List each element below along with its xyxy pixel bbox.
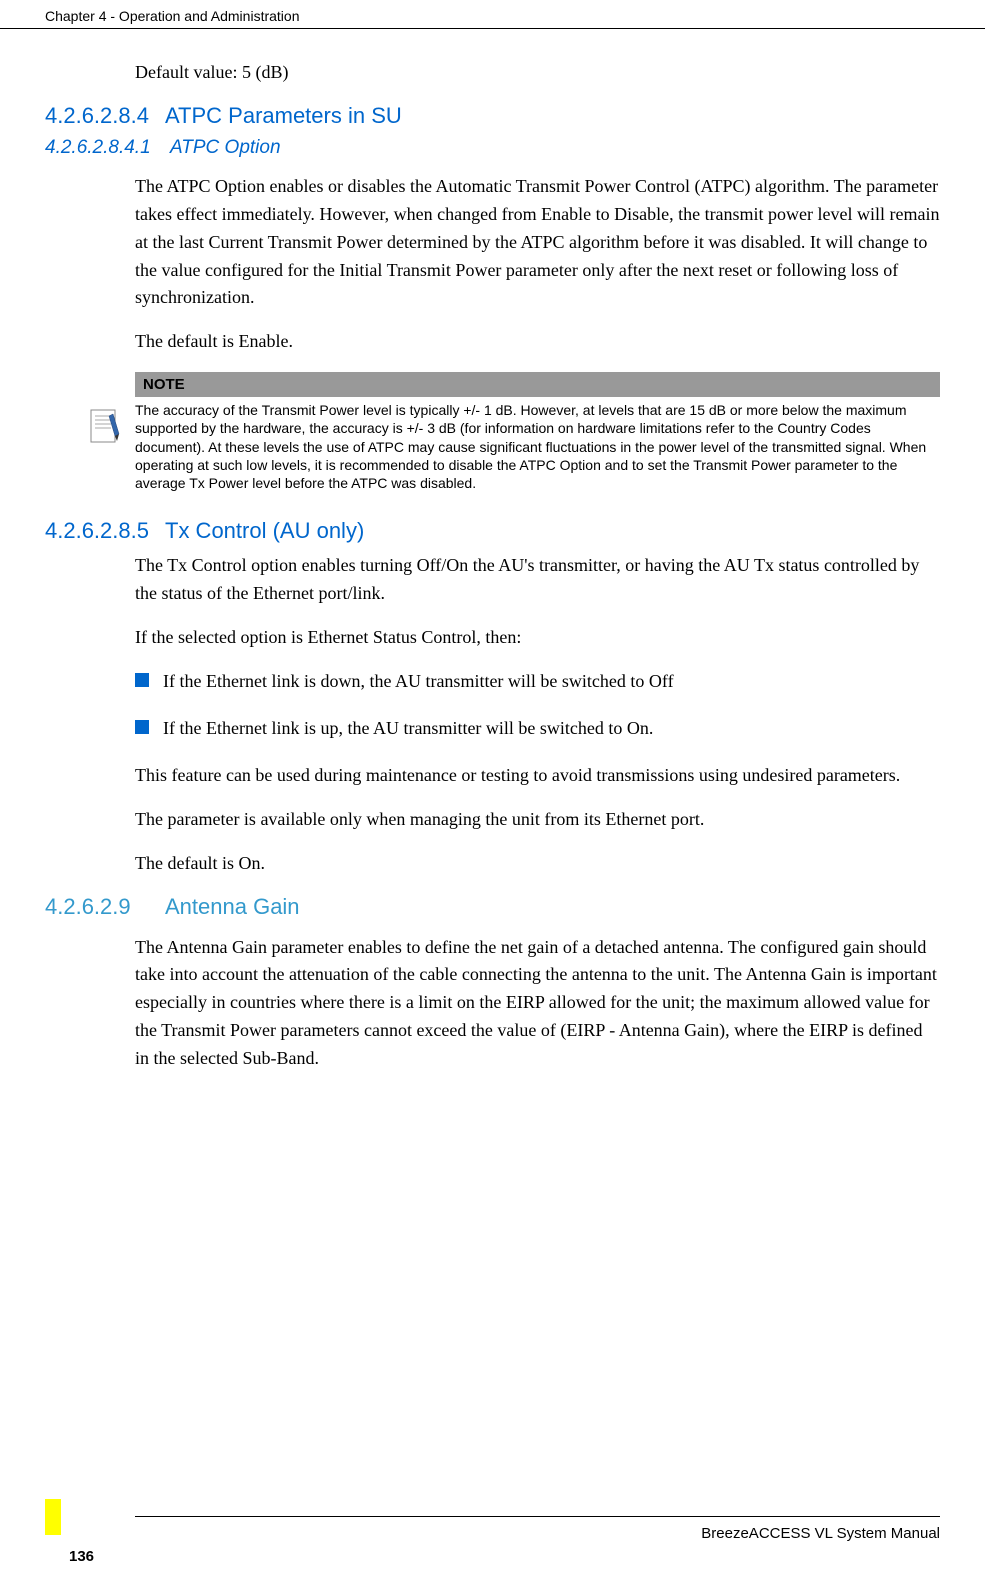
page-footer: BreezeACCESS VL System Manual 136 bbox=[0, 1516, 985, 1565]
page-number: 136 bbox=[69, 1548, 94, 1565]
note-box: NOTE The accuracy of the Transmit Power … bbox=[85, 372, 940, 496]
body-paragraph: The ATPC Option enables or disables the … bbox=[135, 173, 940, 312]
section-number: 4.2.6.2.9 bbox=[45, 894, 165, 920]
body-paragraph: The Tx Control option enables turning Of… bbox=[135, 552, 940, 608]
note-icon bbox=[85, 372, 135, 496]
section-title: ATPC Option bbox=[170, 137, 281, 158]
note-text: The accuracy of the Transmit Power level… bbox=[135, 397, 940, 496]
page-header: Chapter 4 - Operation and Administration bbox=[0, 0, 985, 29]
section-title: ATPC Parameters in SU bbox=[165, 103, 402, 128]
footer-divider bbox=[135, 1516, 940, 1517]
body-paragraph: The parameter is available only when man… bbox=[135, 806, 940, 834]
section-heading-atpc-option: 4.2.6.2.8.4.1ATPC Option bbox=[45, 137, 940, 159]
square-bullet-icon bbox=[135, 720, 149, 734]
section-heading-antenna-gain: 4.2.6.2.9Antenna Gain bbox=[45, 894, 940, 920]
section-heading-atpc-parameters: 4.2.6.2.8.4ATPC Parameters in SU bbox=[45, 103, 940, 129]
bullet-item: If the Ethernet link is up, the AU trans… bbox=[135, 715, 940, 742]
footer-bottom: 136 bbox=[45, 1548, 940, 1565]
body-paragraph: The default is Enable. bbox=[135, 328, 940, 356]
bullet-text: If the Ethernet link is up, the AU trans… bbox=[163, 715, 653, 742]
bullet-text: If the Ethernet link is down, the AU tra… bbox=[163, 668, 674, 695]
section-title: Tx Control (AU only) bbox=[165, 518, 364, 543]
chapter-title: Chapter 4 - Operation and Administration bbox=[45, 8, 299, 24]
section-title: Antenna Gain bbox=[165, 894, 300, 919]
body-paragraph: The Antenna Gain parameter enables to de… bbox=[135, 934, 940, 1073]
section-number: 4.2.6.2.8.4.1 bbox=[45, 137, 170, 159]
section-heading-tx-control: 4.2.6.2.8.5Tx Control (AU only) bbox=[45, 518, 940, 544]
square-bullet-icon bbox=[135, 673, 149, 687]
page-content: Default value: 5 (dB) 4.2.6.2.8.4ATPC Pa… bbox=[0, 29, 985, 1073]
body-paragraph: This feature can be used during maintena… bbox=[135, 762, 940, 790]
note-header: NOTE bbox=[135, 372, 940, 397]
default-value-text: Default value: 5 (dB) bbox=[135, 59, 940, 87]
yellow-marker bbox=[45, 1499, 61, 1535]
body-paragraph: If the selected option is Ethernet Statu… bbox=[135, 624, 940, 652]
section-number: 4.2.6.2.8.4 bbox=[45, 103, 165, 129]
section-number: 4.2.6.2.8.5 bbox=[45, 518, 165, 544]
manual-title: BreezeACCESS VL System Manual bbox=[45, 1525, 940, 1542]
body-paragraph: The default is On. bbox=[135, 850, 940, 878]
bullet-item: If the Ethernet link is down, the AU tra… bbox=[135, 668, 940, 695]
note-content: NOTE The accuracy of the Transmit Power … bbox=[135, 372, 940, 496]
